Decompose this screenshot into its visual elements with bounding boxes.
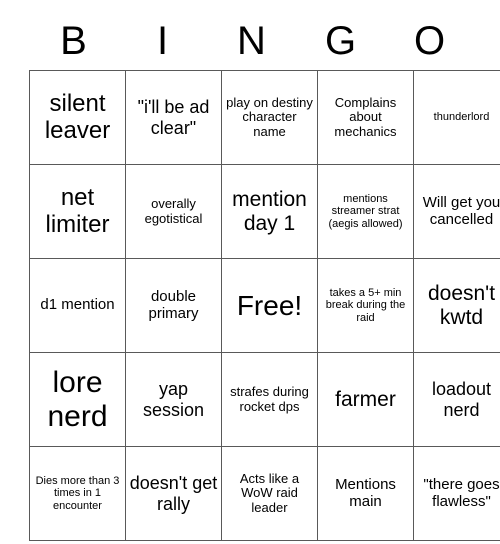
bingo-cell[interactable]: mentions streamer strat (aegis allowed)	[317, 164, 414, 259]
bingo-cell[interactable]: doesn't get rally	[125, 446, 222, 541]
bingo-cell[interactable]: lore nerd	[29, 352, 126, 447]
bingo-cell[interactable]: mention day 1	[221, 164, 318, 259]
bingo-cell[interactable]: thunderlord	[413, 70, 500, 165]
bingo-cell[interactable]: overally egotistical	[125, 164, 222, 259]
bingo-header-letter-b: B	[60, 19, 87, 63]
bingo-cell-free[interactable]: Free!	[221, 258, 318, 353]
bingo-cell[interactable]: silent leaver	[29, 70, 126, 165]
bingo-cell[interactable]: "i'll be ad clear"	[125, 70, 222, 165]
bingo-card: B I N G O silent leaver "i'll be ad clear" pla…	[29, 12, 500, 541]
bingo-row: silent leaver "i'll be ad clear" play on d…	[29, 70, 500, 165]
bingo-header-letter-n: N	[237, 19, 266, 63]
bingo-cell[interactable]: doesn't kwtd	[413, 258, 500, 353]
bingo-cell[interactable]: double primary	[125, 258, 222, 353]
bingo-row: d1 mention double primary Free! takes a 5+ …	[29, 258, 500, 353]
bingo-cell[interactable]: farmer	[317, 352, 414, 447]
bingo-cell[interactable]: net limiter	[29, 164, 126, 259]
bingo-cell[interactable]: yap session	[125, 352, 222, 447]
bingo-row: lore nerd yap session strafes during rocke…	[29, 352, 500, 447]
bingo-grid-body: silent leaver "i'll be ad clear" play on d…	[29, 70, 500, 541]
bingo-cell[interactable]: takes a 5+ min break during the raid	[317, 258, 414, 353]
bingo-cell[interactable]: "there goes flawless"	[413, 446, 500, 541]
bingo-cell[interactable]: Acts like a WoW raid leader	[221, 446, 318, 541]
bingo-header-letter-g: G	[324, 19, 357, 63]
bingo-cell[interactable]: Complains about mechanics	[317, 70, 414, 165]
bingo-row: net limiter overally egotistical mention d…	[29, 164, 500, 259]
bingo-header-letter-o: O	[413, 19, 446, 63]
bingo-header-row: BINGO	[29, 12, 474, 70]
bingo-cell[interactable]: d1 mention	[29, 258, 126, 353]
bingo-cell[interactable]: Mentions main	[317, 446, 414, 541]
bingo-cell[interactable]: play on destiny character name	[221, 70, 318, 165]
bingo-row: Dies more than 3 times in 1 encounter doe…	[29, 446, 500, 541]
bingo-header-letter-i: I	[156, 19, 169, 63]
bingo-grid: silent leaver "i'll be ad clear" play on d…	[29, 70, 500, 541]
bingo-cell[interactable]: strafes during rocket dps	[221, 352, 318, 447]
bingo-cell[interactable]: loadout nerd	[413, 352, 500, 447]
bingo-cell[interactable]: Dies more than 3 times in 1 encounter	[29, 446, 126, 541]
bingo-cell[interactable]: Will get you cancelled	[413, 164, 500, 259]
